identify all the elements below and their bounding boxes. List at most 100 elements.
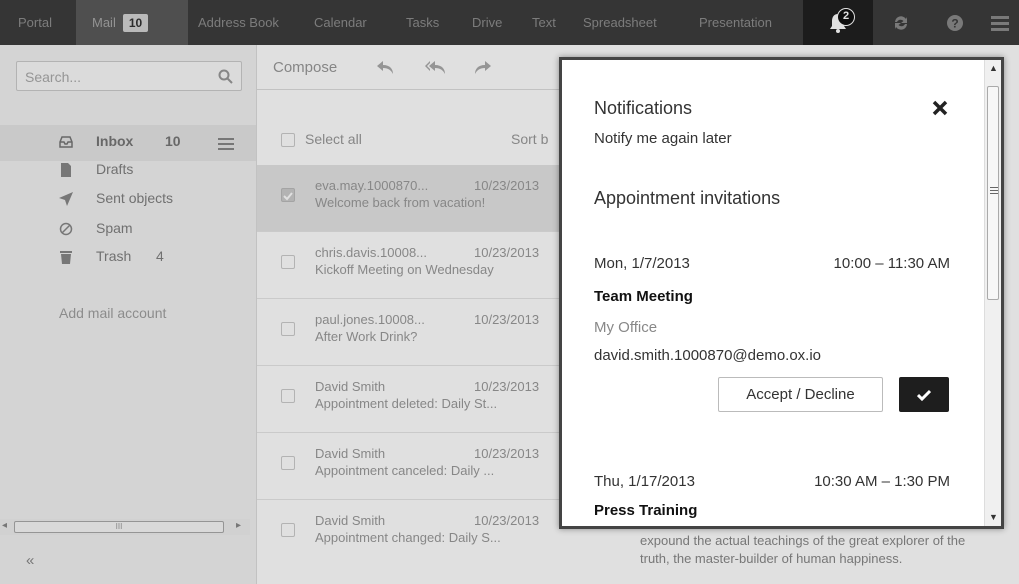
mail-date: 10/23/2013 xyxy=(474,312,540,327)
mail-from: David Smith xyxy=(315,379,386,394)
mail-checkbox[interactable] xyxy=(281,188,295,202)
app-calendar[interactable]: Calendar xyxy=(314,0,367,45)
mail-checkbox[interactable] xyxy=(281,523,295,537)
appointment-invitation: Mon, 1/7/2013 10:00 – 11:30 AM Team Meet… xyxy=(594,255,950,415)
folder-inbox-label: Inbox xyxy=(96,133,134,149)
search-placeholder: Search... xyxy=(25,69,82,85)
folder-trash-count: 4 xyxy=(156,248,164,264)
forward-icon[interactable] xyxy=(475,61,491,75)
mail-date: 10/23/2013 xyxy=(474,178,540,193)
reply-icon[interactable] xyxy=(377,61,393,75)
appointment-time: 10:00 – 11:30 AM xyxy=(833,255,950,272)
folder-options-icon[interactable] xyxy=(218,138,234,150)
app-mail-label: Mail xyxy=(92,15,116,30)
notifications-scrollbar[interactable]: ▲ ▼ xyxy=(984,60,1001,526)
scrollbar-thumb[interactable] xyxy=(987,86,999,300)
folder-spam-label: Spam xyxy=(96,220,133,236)
compose-button[interactable]: Compose xyxy=(273,59,337,76)
mail-subject: Appointment deleted: Daily St... xyxy=(315,396,498,411)
mail-item[interactable]: eva.may.1000870... 10/23/2013 Welcome ba… xyxy=(257,165,577,232)
close-icon[interactable] xyxy=(932,100,948,116)
accept-invitation-button[interactable] xyxy=(899,377,949,412)
folder-inbox-count: 10 xyxy=(165,133,181,149)
scrollbar-grip: III xyxy=(115,522,123,531)
scroll-right-icon[interactable]: ▸ xyxy=(236,520,241,531)
scrollbar-thumb[interactable]: III xyxy=(14,521,224,533)
folder-trash-label: Trash xyxy=(96,248,132,264)
mail-from: chris.davis.10008... xyxy=(315,245,428,260)
mail-item[interactable]: paul.jones.10008... 10/23/2013 After Wor… xyxy=(257,299,577,366)
notifications-button[interactable]: 2 xyxy=(803,0,873,45)
mail-checkbox[interactable] xyxy=(281,322,295,336)
menu-icon xyxy=(991,15,1009,31)
appointment-title: Team Meeting xyxy=(594,288,693,305)
inbox-icon xyxy=(59,136,73,148)
mail-subject: Appointment canceled: Daily ... xyxy=(315,463,495,478)
app-address-book[interactable]: Address Book xyxy=(198,0,279,45)
mail-checkbox[interactable] xyxy=(281,456,295,470)
mail-date: 10/23/2013 xyxy=(474,446,540,461)
scroll-up-icon[interactable]: ▲ xyxy=(989,63,998,73)
select-all-checkbox[interactable] xyxy=(281,133,295,147)
mail-from: David Smith xyxy=(315,446,386,461)
mail-item[interactable]: David Smith 10/23/2013 Appointment chang… xyxy=(257,500,577,567)
mail-date: 10/23/2013 xyxy=(474,245,540,260)
accept-decline-button[interactable]: Accept / Decline xyxy=(718,377,883,412)
mail-subject: Appointment changed: Daily S... xyxy=(315,530,501,545)
mail-list-pane: Compose Select all Sort b eva.may.100087… xyxy=(257,45,577,584)
app-launcher-bar: Portal Mail 10 Address Book Calendar Task… xyxy=(0,0,1019,45)
send-icon xyxy=(59,192,73,206)
app-portal[interactable]: Portal xyxy=(0,0,70,45)
mail-body-text: expound the actual teachings of the grea… xyxy=(640,533,966,566)
notify-later-link[interactable]: Notify me again later xyxy=(594,130,732,147)
app-tasks[interactable]: Tasks xyxy=(406,0,439,45)
sidebar-horizontal-scrollbar[interactable]: ◂ III ▸ xyxy=(0,519,250,535)
appointment-organizer: david.smith.1000870@demo.ox.io xyxy=(594,347,822,364)
folder-sent-label: Sent objects xyxy=(96,190,174,206)
scroll-down-icon[interactable]: ▼ xyxy=(989,512,998,522)
search-field[interactable]: Search... xyxy=(16,61,242,91)
mail-item[interactable]: David Smith 10/23/2013 Appointment cance… xyxy=(257,433,577,500)
mail-from: eva.may.1000870... xyxy=(315,178,429,193)
search-icon[interactable] xyxy=(218,69,233,84)
block-icon xyxy=(59,222,73,236)
mail-toolbar: Compose xyxy=(257,45,577,90)
notification-count-badge: 2 xyxy=(837,8,855,26)
mail-subject: After Work Drink? xyxy=(315,329,418,344)
sort-button[interactable]: Sort b xyxy=(511,131,548,147)
main-menu-button[interactable] xyxy=(987,0,1013,45)
document-icon xyxy=(61,163,71,177)
select-all-label: Select all xyxy=(305,131,362,147)
refresh-button[interactable] xyxy=(884,0,918,45)
app-spreadsheet[interactable]: Spreadsheet xyxy=(583,0,657,45)
mail-subject: Kickoff Meeting on Wednesday xyxy=(315,262,494,277)
appointment-date: Mon, 1/7/2013 xyxy=(594,255,690,272)
checkmark-icon xyxy=(917,389,931,401)
mail-unread-badge: 10 xyxy=(122,14,149,32)
add-mail-account-link[interactable]: Add mail account xyxy=(59,305,166,321)
app-presentation[interactable]: Presentation xyxy=(699,0,772,45)
mail-subject: Welcome back from vacation! xyxy=(315,195,486,210)
app-text[interactable]: Text xyxy=(532,0,556,45)
collapse-sidebar-button[interactable]: « xyxy=(26,552,34,569)
mail-checkbox[interactable] xyxy=(281,255,295,269)
mail-checkbox[interactable] xyxy=(281,389,295,403)
notifications-title: Notifications xyxy=(594,98,693,118)
mail-from: David Smith xyxy=(315,513,386,528)
appointment-invitations-heading: Appointment invitations xyxy=(594,188,781,208)
refresh-icon xyxy=(895,15,907,30)
notifications-panel: Notifications Notify me again later Appo… xyxy=(559,57,1004,529)
appointment-time: 10:30 AM – 1:30 PM xyxy=(814,473,950,490)
appointment-title: Press Training xyxy=(594,502,698,519)
reply-all-icon[interactable] xyxy=(425,61,445,75)
mail-item[interactable]: David Smith 10/23/2013 Appointment delet… xyxy=(257,366,577,433)
mail-date: 10/23/2013 xyxy=(474,379,540,394)
scroll-left-icon[interactable]: ◂ xyxy=(2,520,7,531)
mail-date: 10/23/2013 xyxy=(474,513,540,528)
help-button[interactable]: ? xyxy=(940,0,970,45)
mail-from: paul.jones.10008... xyxy=(315,312,425,327)
app-mail[interactable]: Mail 10 xyxy=(76,0,188,45)
help-icon: ? xyxy=(947,14,963,31)
mail-item[interactable]: chris.davis.10008... 10/23/2013 Kickoff … xyxy=(257,232,577,299)
app-drive[interactable]: Drive xyxy=(472,0,502,45)
